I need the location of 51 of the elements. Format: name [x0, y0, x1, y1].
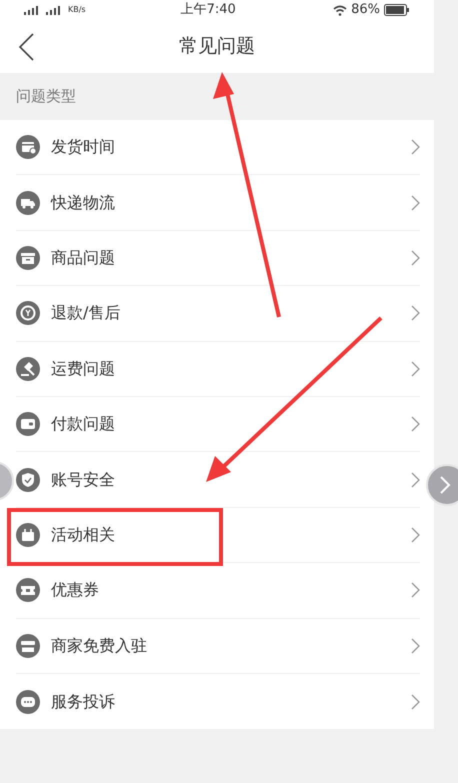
item-label: 发货时间 — [51, 136, 116, 158]
box-icon — [16, 246, 40, 270]
item-label: 运费问题 — [51, 358, 116, 380]
wifi-icon — [333, 4, 348, 16]
list-item[interactable]: 商品问题 — [16, 230, 420, 286]
page-title: 常见问题 — [179, 34, 255, 60]
item-label: 付款问题 — [51, 413, 116, 436]
status-time: 上午7:40 — [180, 1, 236, 20]
list-item[interactable]: 商家免费入驻 — [16, 618, 420, 674]
item-label: 商家免费入驻 — [51, 634, 148, 657]
battery-level: 86% — [351, 1, 380, 20]
item-label: 退款/售后 — [51, 302, 122, 324]
section-title: 问题类型 — [16, 86, 76, 108]
item-label: 商品问题 — [51, 246, 116, 269]
speed-unit: KB/s — [68, 4, 86, 16]
chevron-icon — [411, 638, 420, 654]
list-item[interactable]: 服务投诉 — [16, 674, 420, 730]
item-label: 活动相关 — [51, 524, 116, 546]
chevron-icon — [411, 250, 420, 266]
item-label: 账号安全 — [51, 468, 116, 491]
ticket-icon — [16, 578, 40, 602]
chevron-icon — [411, 360, 420, 377]
list-item[interactable]: 运费问题 — [16, 342, 420, 397]
item-label: 快递物流 — [51, 192, 116, 214]
shield-icon — [16, 468, 40, 492]
back-icon — [18, 33, 34, 61]
chevron-icon — [411, 139, 420, 156]
list-item[interactable]: 活动相关 — [16, 508, 420, 564]
calendar-icon — [16, 135, 40, 160]
chevron-icon — [411, 194, 420, 211]
list-item[interactable]: 退款/售后 — [16, 286, 420, 342]
chevron-icon — [411, 694, 420, 710]
wallet-icon — [16, 412, 40, 436]
coin-icon — [16, 301, 40, 326]
item-label: 服务投诉 — [51, 690, 116, 713]
truck-icon — [16, 190, 40, 215]
list-item[interactable]: 优惠券 — [16, 563, 420, 619]
chevron-icon — [440, 476, 451, 494]
item-label: 优惠券 — [51, 579, 100, 602]
hammer-icon — [16, 356, 40, 381]
chevron-icon — [411, 305, 420, 322]
chevron-icon — [411, 526, 420, 543]
store-icon — [16, 634, 40, 658]
list-item[interactable]: 发货时间 — [16, 120, 420, 176]
chevron-icon — [411, 416, 420, 432]
battery-icon — [384, 4, 410, 16]
chevron-icon — [411, 472, 420, 488]
list-item[interactable]: 付款问题 — [16, 396, 420, 452]
chevron-icon — [411, 582, 420, 598]
list-item[interactable]: 快递物流 — [16, 175, 420, 231]
chat-icon — [16, 690, 40, 714]
